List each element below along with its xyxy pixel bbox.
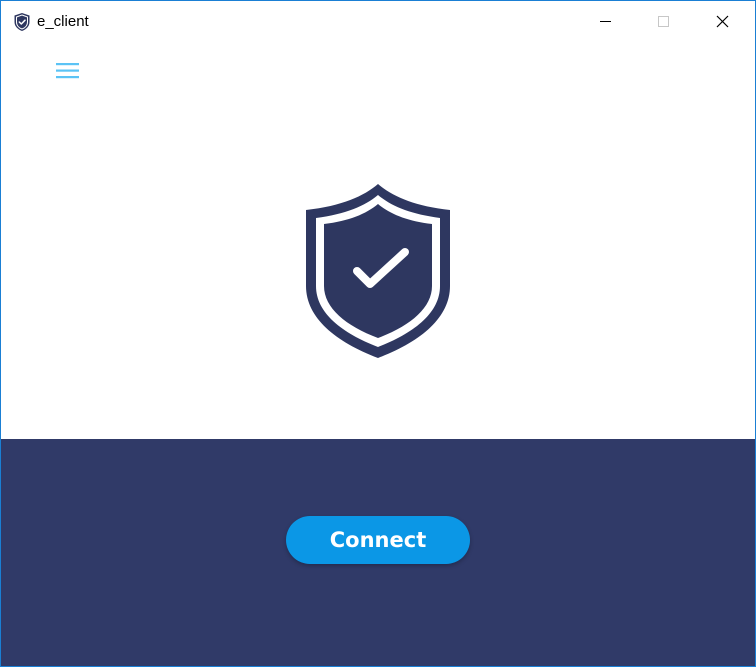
minimize-button[interactable]	[577, 1, 635, 41]
hamburger-menu-icon	[56, 63, 79, 79]
window-title: e_client	[37, 13, 89, 30]
app-shield-icon	[13, 12, 31, 32]
shield-check-icon	[304, 182, 452, 360]
maximize-icon	[658, 16, 669, 27]
minimize-icon	[600, 21, 611, 22]
bottom-panel: Connect	[1, 439, 755, 666]
close-button[interactable]	[693, 1, 751, 41]
app-window: e_client Connect	[0, 0, 756, 667]
maximize-button[interactable]	[635, 1, 693, 41]
menu-button[interactable]	[51, 57, 85, 85]
close-icon	[716, 15, 729, 28]
connect-button[interactable]: Connect	[286, 516, 470, 564]
title-bar[interactable]: e_client	[1, 1, 755, 41]
